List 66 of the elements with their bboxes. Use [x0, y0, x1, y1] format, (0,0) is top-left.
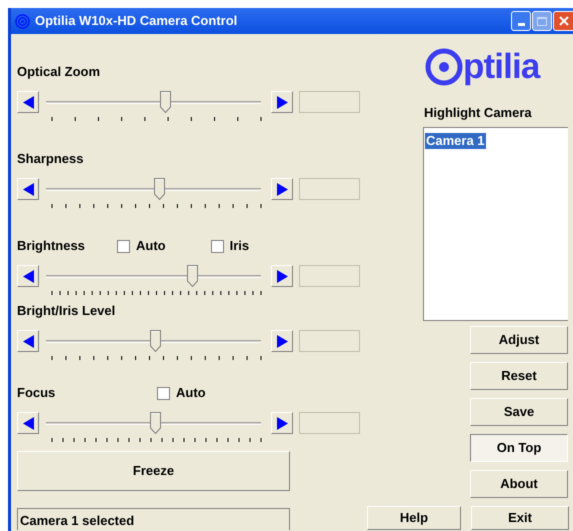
value-field[interactable] [299, 412, 360, 434]
slider-thumb[interactable] [186, 265, 198, 287]
decrease-button[interactable] [17, 265, 39, 287]
side-button[interactable]: About [470, 470, 568, 498]
list-item[interactable]: Camera 1 [425, 132, 486, 148]
left-arrow-icon [22, 416, 34, 430]
checkbox-label: Iris [230, 237, 250, 256]
increase-button[interactable] [271, 178, 293, 200]
slider-thumb[interactable] [154, 178, 166, 200]
value-field[interactable] [299, 265, 360, 287]
slider-label: Bright/Iris Level [17, 302, 116, 320]
close-button[interactable] [553, 11, 573, 31]
target-icon [425, 48, 463, 86]
slider-thumb[interactable] [150, 330, 162, 352]
slider-label: Brightness [17, 237, 86, 256]
decrease-button[interactable] [17, 91, 39, 113]
close-icon [558, 16, 568, 26]
right-arrow-icon [276, 182, 288, 196]
minimize-button[interactable] [511, 11, 531, 31]
slider-track[interactable] [46, 412, 261, 434]
right-arrow-icon [276, 334, 288, 348]
left-arrow-icon [22, 334, 34, 348]
status-field: Camera 1 selected [17, 508, 290, 530]
left-arrow-icon [22, 270, 34, 282]
increase-button[interactable] [271, 91, 293, 113]
slider-label: Optical Zoom [17, 63, 102, 82]
help-button[interactable]: Help [367, 506, 461, 530]
left-arrow-icon [22, 96, 34, 108]
exit-button[interactable]: Exit [471, 506, 569, 530]
side-button[interactable]: Reset [470, 362, 568, 390]
value-field[interactable] [299, 91, 360, 113]
decrease-button[interactable] [17, 178, 39, 200]
increase-button[interactable] [271, 265, 293, 287]
window-title: Optilia W10x-HD Camera Control [35, 12, 238, 30]
checkbox[interactable] [210, 240, 224, 252]
checkbox-label: Auto [176, 384, 206, 402]
target-icon [15, 14, 30, 28]
slider-thumb[interactable] [160, 91, 172, 113]
slider-label: Focus [17, 384, 56, 402]
camera-list[interactable]: Camera 1 [423, 126, 568, 320]
list-label: Highlight Camera [424, 104, 533, 122]
increase-button[interactable] [271, 330, 293, 352]
side-button[interactable]: Adjust [470, 326, 568, 354]
side-button[interactable]: On Top [470, 434, 568, 462]
slider-label: Sharpness [17, 150, 84, 168]
optilia-logo: ptilia [425, 44, 573, 86]
value-field[interactable] [299, 330, 360, 352]
slider-track[interactable] [46, 178, 261, 200]
checkbox-label: Auto [136, 237, 166, 256]
right-arrow-icon [276, 270, 288, 282]
side-button[interactable]: Save [470, 398, 568, 426]
slider-thumb[interactable] [150, 412, 162, 434]
checkbox[interactable] [117, 240, 130, 252]
decrease-button[interactable] [17, 412, 39, 434]
increase-button[interactable] [271, 412, 293, 434]
left-arrow-icon [22, 182, 34, 196]
right-arrow-icon [276, 96, 288, 108]
slider-track[interactable] [46, 330, 261, 352]
checkbox[interactable] [157, 386, 170, 400]
maximize-button[interactable] [532, 11, 552, 31]
decrease-button[interactable] [17, 330, 39, 352]
value-field[interactable] [299, 178, 360, 200]
slider-track[interactable] [46, 265, 261, 287]
slider-track[interactable] [46, 91, 261, 113]
freeze-button[interactable]: Freeze [17, 451, 290, 491]
right-arrow-icon [276, 416, 288, 430]
